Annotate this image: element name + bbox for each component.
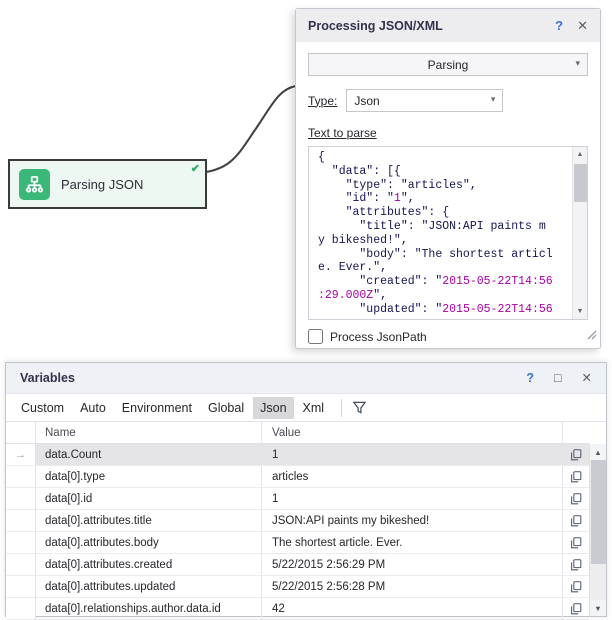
variables-table: Name Value → data.Count 1 data[0].type a… [6,421,606,620]
type-dropdown-value: Json [354,94,379,108]
variables-panel: Variables ? □ ✕ Custom Auto Environment … [5,362,607,617]
code-line: "body": "The shortest articl [318,248,585,262]
dialog-titlebar[interactable]: Processing JSON/XML ? ✕ [296,9,600,42]
text-to-parse-label: Text to parse [308,126,377,140]
editor-scrollbar[interactable]: ▲ ▼ [572,147,587,319]
copy-icon[interactable] [563,598,589,619]
code-line: :29.000Z", [318,289,585,303]
action-dropdown-value: Parsing [428,58,469,72]
scrollbar-thumb[interactable] [574,164,587,202]
scroll-down-icon[interactable]: ▼ [573,304,587,319]
table-row[interactable]: data[0].id 1 [6,488,589,510]
json-code: { "data": [{ "type": "articles", "id": "… [309,147,587,317]
tab-environment[interactable]: Environment [115,397,199,419]
help-icon[interactable]: ? [526,372,534,385]
copy-icon[interactable] [563,532,589,553]
variables-titlebar[interactable]: Variables ? □ ✕ [6,363,606,394]
variables-tabs: Custom Auto Environment Global Json Xml [6,394,606,421]
close-icon[interactable]: ✕ [577,19,588,32]
scroll-up-icon[interactable]: ▲ [590,444,606,460]
chevron-down-icon: ▾ [491,94,496,105]
table-row[interactable]: → data.Count 1 [6,444,589,466]
table-row[interactable]: data[0].type articles [6,466,589,488]
copy-icon[interactable] [563,444,589,465]
code-line: e. Ever.", [318,261,585,275]
process-jsonpath-label: Process JsonPath [330,330,427,344]
scroll-up-icon[interactable]: ▲ [573,147,587,162]
divider [341,399,342,417]
tab-custom[interactable]: Custom [14,397,71,419]
process-jsonpath-checkbox[interactable] [308,329,323,344]
code-line: "type": "articles", [318,179,585,193]
table-row[interactable]: data[0].attributes.title JSON:API paints… [6,510,589,532]
copy-icon[interactable] [563,554,589,575]
help-icon[interactable]: ? [555,19,563,32]
table-row[interactable]: data[0].attributes.updated 5/22/2015 2:5… [6,576,589,598]
type-dropdown[interactable]: Json ▾ [346,89,503,112]
code-line: "updated": "2015-05-22T14:56 [318,303,585,317]
column-header-name[interactable]: Name [36,422,262,443]
code-line: y bikeshed!", [318,234,585,248]
code-line: "data": [{ [318,165,585,179]
table-row[interactable]: data[0].attributes.body The shortest art… [6,532,589,554]
code-line: "id": "1", [318,192,585,206]
action-dropdown[interactable]: Parsing ▾ [308,53,588,76]
filter-icon[interactable] [352,400,367,415]
variables-title: Variables [20,371,506,385]
column-header-value[interactable]: Value [262,422,563,443]
current-row-arrow-icon: → [6,444,36,465]
tab-global[interactable]: Global [201,397,251,419]
scroll-down-icon[interactable]: ▼ [590,600,606,616]
close-icon[interactable]: ✕ [582,372,592,385]
text-to-parse-editor[interactable]: { "data": [{ "type": "articles", "id": "… [308,146,588,320]
dialog-title: Processing JSON/XML [308,19,541,33]
table-row[interactable]: data[0].attributes.created 5/22/2015 2:5… [6,554,589,576]
table-row[interactable]: data[0].relationships.author.data.id 42 [6,598,589,620]
copy-icon[interactable] [563,510,589,531]
copy-icon[interactable] [563,576,589,597]
table-scrollbar[interactable]: ▲ ▼ [589,444,606,616]
chevron-down-icon: ▾ [575,58,580,69]
success-check-icon: ✔ [191,164,200,175]
maximize-icon[interactable]: □ [554,372,562,385]
tab-auto[interactable]: Auto [73,397,113,419]
code-line: "title": "JSON:API paints m [318,220,585,234]
flow-node-parsing-json[interactable]: Parsing JSON ✔ [8,159,207,209]
copy-icon[interactable] [563,466,589,487]
tab-xml[interactable]: Xml [296,397,332,419]
sitemap-icon [19,169,50,200]
code-line: { [318,151,585,165]
copy-icon[interactable] [563,488,589,509]
scrollbar-thumb[interactable] [591,460,606,564]
resize-grip[interactable] [585,327,597,345]
tab-json[interactable]: Json [253,397,293,419]
type-label: Type: [308,94,337,108]
node-label: Parsing JSON [61,177,143,192]
code-line: "created": "2015-05-22T14:56 [318,275,585,289]
processing-json-xml-dialog: Processing JSON/XML ? ✕ Parsing ▾ Type: … [295,8,601,349]
code-line: "attributes": { [318,206,585,220]
table-header[interactable]: Name Value [6,422,589,444]
